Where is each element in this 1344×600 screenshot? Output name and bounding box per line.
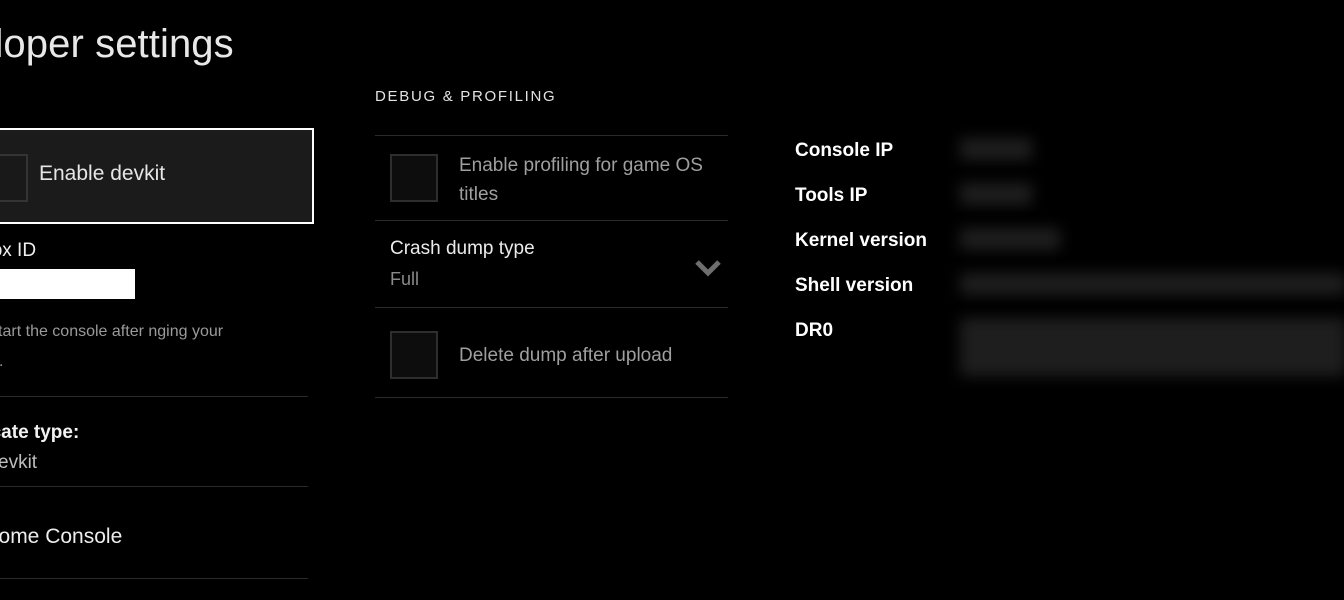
enable-profiling-checkbox[interactable] (390, 154, 438, 202)
crash-dump-type-value: Full (390, 269, 420, 289)
info-label-dr0: DR0 (795, 320, 834, 341)
mid-divider-2 (375, 220, 728, 221)
left-divider-2 (0, 486, 308, 487)
info-value-shell-version (960, 273, 1344, 295)
set-home-console-button[interactable]: et Home Console (0, 525, 122, 549)
left-divider-1 (0, 396, 308, 397)
enable-devkit-checkbox[interactable] (0, 154, 28, 202)
info-label-shell-version: Shell version (795, 275, 914, 296)
mid-divider-3 (375, 307, 728, 308)
enable-devkit-row[interactable]: Enable devkit (0, 128, 314, 224)
left-divider-3 (0, 578, 308, 579)
console-info-column: Console IP Tools IP Kernel version Shell ve… (795, 0, 1344, 600)
delete-dump-label: Delete dump after upload (459, 345, 673, 366)
left-settings-column: Enable devkit ndbox ID need to restart t… (0, 0, 315, 600)
info-label-tools-ip: Tools IP (795, 185, 868, 206)
info-label-console-ip: Console IP (795, 140, 894, 161)
sandbox-id-input[interactable] (0, 269, 135, 299)
sandbox-id-note: need to restart the console after nging … (0, 323, 224, 370)
certificate-type-value: ail Devkit (0, 452, 38, 473)
enable-devkit-label: Enable devkit (39, 162, 166, 185)
info-value-kernel-version (960, 228, 1060, 250)
info-value-dr0 (960, 318, 1344, 376)
info-value-console-ip (960, 138, 1032, 160)
mid-divider-1 (375, 135, 728, 136)
sandbox-id-label: ndbox ID (0, 240, 37, 261)
developer-settings-screen: veloper settings Enable devkit ndbox ID … (0, 0, 1344, 600)
mid-divider-4 (375, 397, 728, 398)
enable-profiling-label: Enable profiling for game OS titles (459, 155, 703, 205)
crash-dump-type-label: Crash dump type (390, 238, 535, 259)
delete-dump-checkbox[interactable] (390, 331, 438, 379)
info-label-kernel-version: Kernel version (795, 230, 927, 251)
chevron-down-icon[interactable] (694, 256, 722, 280)
section-header-debug-profiling: DEBUG & PROFILING (375, 88, 557, 105)
debug-profiling-column: DEBUG & PROFILING Enable profiling for g… (375, 0, 729, 600)
info-value-tools-ip (960, 183, 1032, 205)
certificate-type-label: rtificate type: (0, 422, 80, 443)
